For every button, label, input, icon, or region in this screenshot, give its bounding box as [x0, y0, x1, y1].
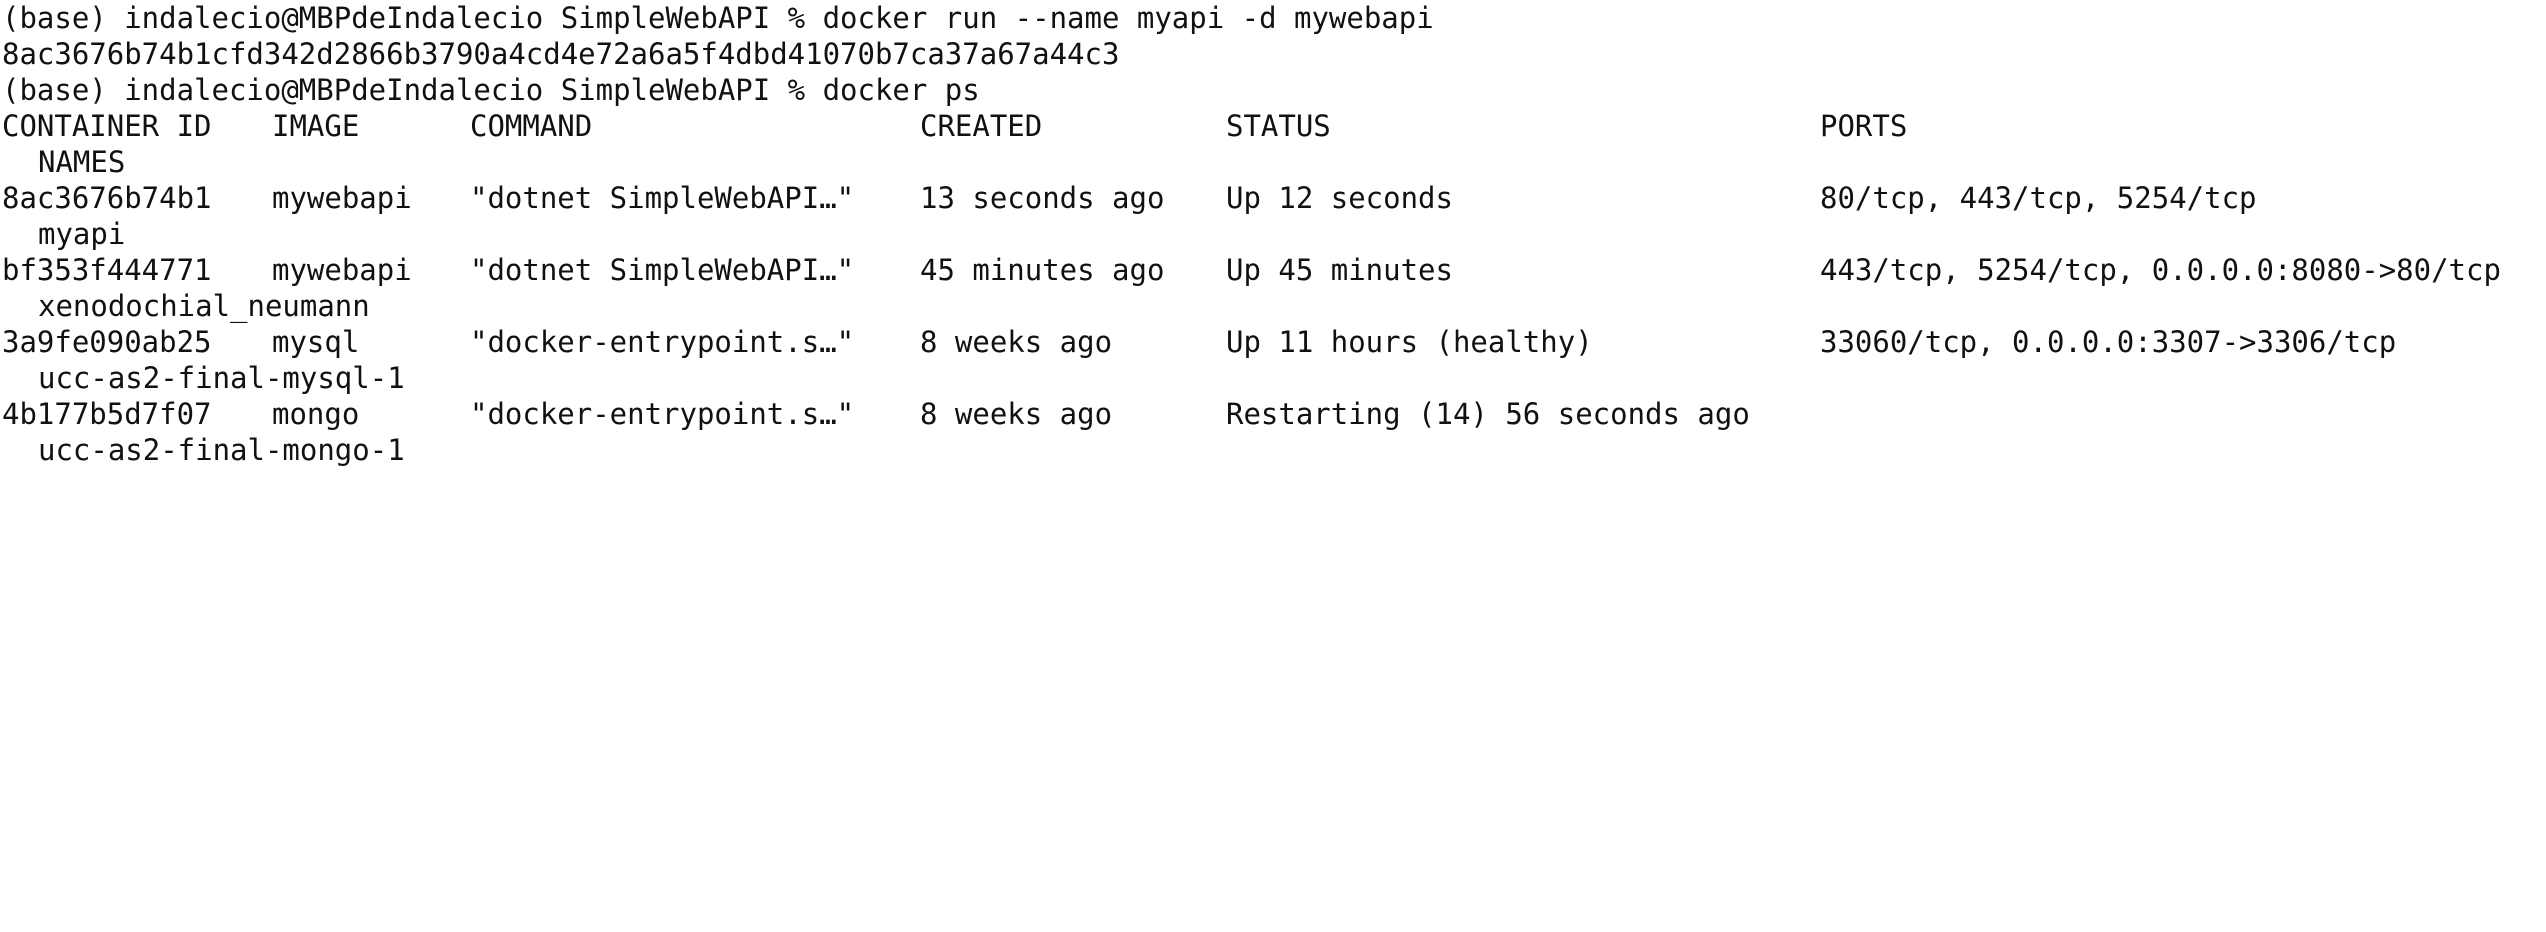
status-cell: Up 45 minutes	[1226, 253, 1453, 287]
scrollbar-edge: |	[2540, 0, 2546, 36]
command-cell: "dotnet SimpleWebAPI…"	[470, 253, 855, 287]
created-cell: 8 weeks ago	[920, 397, 1113, 431]
created-cell: 45 minutes ago	[920, 253, 1165, 287]
table-row-name: xenodochial_neumann	[2, 288, 370, 324]
container-id-cell: bf353f444771	[2, 253, 212, 287]
table-row: 3a9fe090ab25 mysql "docker-entrypoint.s……	[2, 324, 2542, 360]
names-cell: myapi	[38, 217, 126, 251]
ports-cell: 80/tcp, 443/tcp, 5254/tcp	[1820, 181, 2257, 215]
header-status: STATUS	[1226, 109, 1331, 143]
container-hash-output: 8ac3676b74b1cfd342d2866b3790a4cd4e72a6a5…	[2, 37, 1120, 71]
image-cell: mywebapi	[272, 181, 412, 215]
scrollbar-edge: |	[2540, 72, 2546, 108]
command-cell: "docker-entrypoint.s…"	[470, 325, 855, 359]
names-cell: ucc-as2-final-mongo-1	[38, 433, 405, 467]
command-cell: "docker-entrypoint.s…"	[470, 397, 855, 431]
image-cell: mongo	[272, 397, 360, 431]
command-cell: "dotnet SimpleWebAPI…"	[470, 181, 855, 215]
terminal-output[interactable]: (base) indalecio@MBPdeIndalecio SimpleWe…	[0, 0, 2546, 468]
ps-header-row: CONTAINER ID IMAGE COMMAND CREATED STATU…	[2, 108, 2542, 144]
table-row-name: ucc-as2-final-mongo-1	[2, 432, 405, 468]
created-cell: 13 seconds ago	[920, 181, 1165, 215]
container-id-cell: 4b177b5d7f07	[2, 397, 212, 431]
image-cell: mysql	[272, 325, 360, 359]
status-cell: Restarting (14) 56 seconds ago	[1226, 397, 1750, 431]
names-cell: ucc-as2-final-mysql-1	[38, 361, 405, 395]
header-image: IMAGE	[272, 109, 360, 143]
container-id-cell: 8ac3676b74b1	[2, 181, 212, 215]
ps-header-names: NAMES	[2, 144, 125, 180]
header-created: CREATED	[920, 109, 1043, 143]
ports-cell: 443/tcp, 5254/tcp, 0.0.0.0:8080->80/tcp	[1820, 253, 2501, 287]
ports-cell: 33060/tcp, 0.0.0.0:3307->3306/tcp	[1820, 325, 2397, 359]
header-command: COMMAND	[470, 109, 593, 143]
table-row-name: ucc-as2-final-mysql-1	[2, 360, 405, 396]
container-id-cell: 3a9fe090ab25	[2, 325, 212, 359]
names-cell: xenodochial_neumann	[38, 289, 370, 323]
table-row-name: myapi	[2, 216, 125, 252]
status-cell: Up 12 seconds	[1226, 181, 1453, 215]
table-row: 4b177b5d7f07 mongo "docker-entrypoint.s……	[2, 396, 2542, 432]
header-ports: PORTS	[1820, 109, 1908, 143]
header-names: NAMES	[38, 145, 126, 179]
created-cell: 8 weeks ago	[920, 325, 1113, 359]
header-container-id: CONTAINER ID	[2, 109, 212, 143]
table-row: bf353f444771 mywebapi "dotnet SimpleWebA…	[2, 252, 2542, 288]
status-cell: Up 11 hours (healthy)	[1226, 325, 1593, 359]
command-line-docker-ps: (base) indalecio@MBPdeIndalecio SimpleWe…	[2, 73, 980, 107]
table-row: 8ac3676b74b1 mywebapi "dotnet SimpleWebA…	[2, 180, 2542, 216]
image-cell: mywebapi	[272, 253, 412, 287]
command-line-docker-run: (base) indalecio@MBPdeIndalecio SimpleWe…	[2, 1, 1434, 35]
